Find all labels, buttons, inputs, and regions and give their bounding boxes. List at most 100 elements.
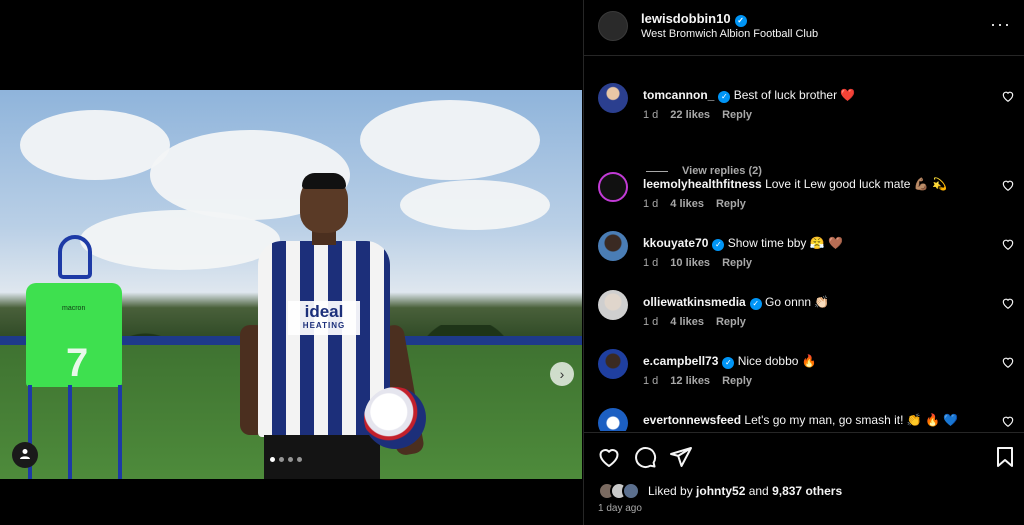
likes-prefix: Liked by bbox=[648, 484, 697, 498]
comment-time: 1 d bbox=[643, 375, 659, 387]
comment-body: olliewatkinsmedia ✓ Go onnn 👏🏻 bbox=[643, 294, 973, 310]
comments-list: tomcannon_ ✓ Best of luck brother ❤️ 1 d 2… bbox=[584, 57, 1024, 431]
avatar[interactable] bbox=[598, 83, 628, 113]
shirt-sponsor: ideal HEATING bbox=[288, 301, 360, 335]
heart-icon[interactable] bbox=[1001, 89, 1015, 103]
training-mannequin: macron 7 bbox=[20, 235, 130, 479]
bib-brand: macron bbox=[62, 305, 86, 312]
comment-meta: 1 d 12 likes Reply bbox=[643, 375, 752, 387]
avatar[interactable] bbox=[598, 290, 628, 320]
comment-meta: 1 d 22 likes Reply bbox=[643, 109, 752, 121]
post-author[interactable]: lewisdobbin10 ✓ bbox=[641, 11, 747, 27]
comment-time: 1 d bbox=[643, 257, 659, 269]
post-timestamp[interactable]: 1 day ago bbox=[598, 503, 642, 514]
player-figure: ideal HEATING bbox=[240, 173, 450, 479]
mannequin-pole bbox=[68, 385, 72, 479]
verified-badge-icon: ✓ bbox=[712, 239, 725, 251]
user-tag-icon[interactable] bbox=[12, 442, 38, 468]
comment-username[interactable]: kkouyate70 bbox=[643, 236, 708, 250]
carousel-dot bbox=[297, 457, 302, 462]
post-image[interactable]: macron 7 ideal HEATING › bbox=[0, 90, 582, 479]
comment-text: Show time bby 😤 🤎 bbox=[727, 236, 843, 250]
carousel-indicator bbox=[270, 457, 302, 462]
liked-by-avatars bbox=[598, 482, 642, 500]
comment-body: leemolyhealthfitness Love it Lew good lu… bbox=[643, 176, 973, 192]
comment-time: 1 d bbox=[643, 109, 659, 121]
comment-text: Go onnn 👏🏻 bbox=[765, 295, 830, 309]
post-actions-bar bbox=[584, 432, 1024, 480]
avatar[interactable] bbox=[598, 172, 628, 202]
verified-badge-icon: ✓ bbox=[734, 15, 747, 27]
avatar[interactable] bbox=[598, 231, 628, 261]
liked-by-user[interactable]: johnty52 bbox=[696, 484, 745, 498]
comment-meta: 1 d 4 likes Reply bbox=[643, 198, 746, 210]
comment-text: Best of luck brother ❤️ bbox=[733, 88, 856, 102]
reply-button[interactable]: Reply bbox=[716, 198, 746, 210]
comment-body: kkouyate70 ✓ Show time bby 😤 🤎 bbox=[643, 235, 973, 251]
post-location[interactable]: West Bromwich Albion Football Club bbox=[641, 28, 818, 40]
comment-username[interactable]: evertonnewsfeed bbox=[643, 413, 741, 427]
person-icon bbox=[20, 449, 30, 459]
verified-badge-icon: ✓ bbox=[718, 91, 731, 103]
comment-meta: 1 d 4 likes Reply bbox=[643, 316, 746, 328]
comment-username[interactable]: tomcannon_ bbox=[643, 88, 714, 102]
player-hair bbox=[302, 173, 346, 189]
mannequin-head bbox=[58, 235, 92, 279]
comment-text: Let's go my man, go smash it! 👏 🔥 💙 bbox=[744, 413, 959, 427]
comment-meta: 1 d 10 likes Reply bbox=[643, 257, 752, 269]
reply-button[interactable]: Reply bbox=[722, 257, 752, 269]
author-username[interactable]: lewisdobbin10 bbox=[641, 11, 731, 26]
carousel-dot bbox=[270, 457, 275, 462]
verified-badge-icon: ✓ bbox=[722, 357, 735, 369]
heart-icon[interactable] bbox=[1001, 355, 1015, 369]
likes-summary: Liked by johnty52 and 9,837 others bbox=[598, 480, 842, 502]
comment-likes[interactable]: 22 likes bbox=[670, 109, 710, 121]
heart-icon[interactable] bbox=[1001, 237, 1015, 251]
post-details-panel: lewisdobbin10 ✓ West Bromwich Albion Foot… bbox=[583, 0, 1024, 525]
heart-icon[interactable] bbox=[1001, 414, 1015, 428]
comment-body: evertonnewsfeed Let's go my man, go smas… bbox=[643, 412, 973, 428]
comment-body: e.campbell73 ✓ Nice dobbo 🔥 bbox=[643, 353, 973, 369]
post-media-area: macron 7 ideal HEATING › bbox=[0, 0, 582, 525]
reply-button[interactable]: Reply bbox=[716, 316, 746, 328]
cloud bbox=[20, 110, 170, 180]
bib-number: 7 bbox=[66, 341, 89, 385]
comment-likes[interactable]: 12 likes bbox=[670, 375, 710, 387]
comment-username[interactable]: leemolyhealthfitness bbox=[643, 177, 762, 191]
avatar[interactable] bbox=[598, 11, 628, 41]
mannequin-legs bbox=[28, 385, 122, 479]
comment-text: Nice dobbo 🔥 bbox=[737, 354, 817, 368]
comment-likes[interactable]: 4 likes bbox=[670, 198, 704, 210]
likes-middle: and bbox=[745, 484, 773, 498]
verified-badge-icon: ✓ bbox=[749, 298, 762, 310]
avatar bbox=[622, 482, 640, 500]
chevron-right-icon[interactable]: › bbox=[550, 362, 574, 386]
reply-button[interactable]: Reply bbox=[722, 109, 752, 121]
comment-time: 1 d bbox=[643, 198, 659, 210]
heart-icon[interactable] bbox=[1001, 178, 1015, 192]
avatar[interactable] bbox=[598, 349, 628, 379]
comment-time: 1 d bbox=[643, 316, 659, 328]
likes-text: Liked by johnty52 and 9,837 others bbox=[648, 484, 842, 498]
carousel-dot bbox=[288, 457, 293, 462]
comment-username[interactable]: olliewatkinsmedia bbox=[643, 295, 746, 309]
comment-likes[interactable]: 10 likes bbox=[670, 257, 710, 269]
comment-likes[interactable]: 4 likes bbox=[670, 316, 704, 328]
carousel-dot bbox=[279, 457, 284, 462]
training-bib: macron 7 bbox=[26, 283, 122, 387]
heart-icon[interactable] bbox=[597, 445, 621, 469]
send-icon[interactable] bbox=[669, 445, 693, 469]
reply-button[interactable]: Reply bbox=[722, 375, 752, 387]
comment-icon[interactable] bbox=[633, 445, 657, 469]
comment-text: Love it Lew good luck mate 💪🏽 💫 bbox=[765, 177, 948, 191]
likes-count-button[interactable]: 9,837 others bbox=[772, 484, 842, 498]
comment-username[interactable]: e.campbell73 bbox=[643, 354, 718, 368]
more-horizontal-icon[interactable]: ··· bbox=[990, 14, 1011, 35]
sponsor-name: ideal bbox=[304, 302, 344, 321]
sponsor-subtext: HEATING bbox=[302, 321, 346, 330]
avatar[interactable] bbox=[598, 408, 628, 431]
heart-icon[interactable] bbox=[1001, 296, 1015, 310]
cloud bbox=[360, 100, 540, 180]
divider bbox=[646, 170, 668, 172]
bookmark-icon[interactable] bbox=[993, 445, 1017, 469]
